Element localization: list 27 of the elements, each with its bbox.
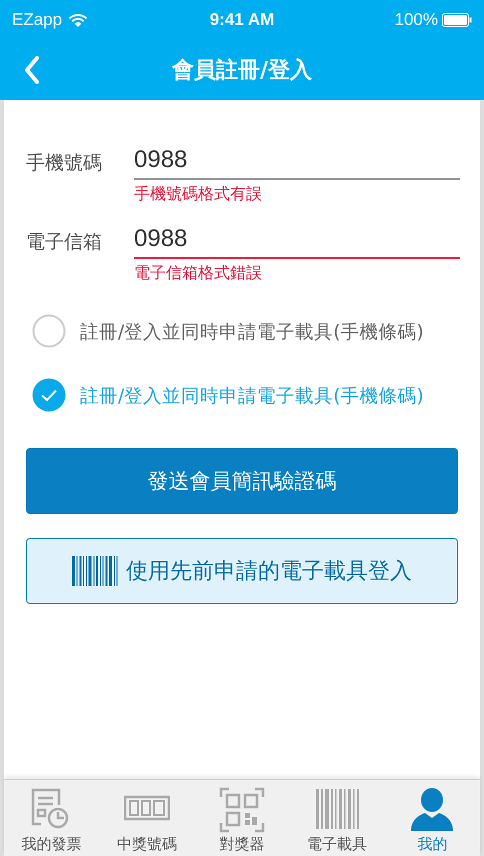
person-icon — [409, 787, 456, 833]
error-message: 電子信箱格式錯誤 — [134, 263, 263, 284]
tab-item[interactable]: 中獎號碼 — [99, 780, 194, 856]
input-field[interactable]: 0988 — [134, 144, 460, 180]
input-field[interactable]: 0988 — [134, 223, 460, 259]
battery-icon — [442, 13, 472, 27]
battery-percent: 100% — [394, 10, 438, 30]
wifi-icon — [68, 12, 88, 28]
back-icon — [24, 56, 40, 84]
qr-code-icon — [219, 787, 265, 833]
field-label: 手機號碼 — [26, 151, 103, 176]
barcode-icon — [72, 556, 120, 586]
tab-item[interactable]: 對獎器 — [194, 780, 290, 856]
carrier-name: EZapp — [12, 10, 62, 30]
field-label: 電子信箱 — [26, 230, 103, 255]
checked-circle-icon[interactable] — [32, 378, 66, 412]
tab-item[interactable]: 電子載具 — [290, 780, 385, 856]
tab-item[interactable]: 我的發票 — [4, 780, 100, 856]
clock-time: 9:41 AM — [210, 10, 274, 29]
send-code-button[interactable]: 發送會員簡訊驗證碼 — [26, 448, 458, 514]
radio-circle-icon[interactable] — [32, 314, 66, 348]
screen-title: 會員註冊/登入 — [172, 57, 312, 85]
error-message: 手機號碼格式有誤 — [134, 184, 263, 205]
tab-item[interactable]: 我的 — [384, 780, 480, 856]
carrier-login-button[interactable]: 使用先前申請的電子載具登入 — [26, 538, 458, 604]
option-label: 註冊/登入並同時申請電子載具(手機條碼) — [80, 384, 424, 408]
option-label: 註冊/登入並同時申請電子載具(手機條碼) — [80, 320, 424, 344]
